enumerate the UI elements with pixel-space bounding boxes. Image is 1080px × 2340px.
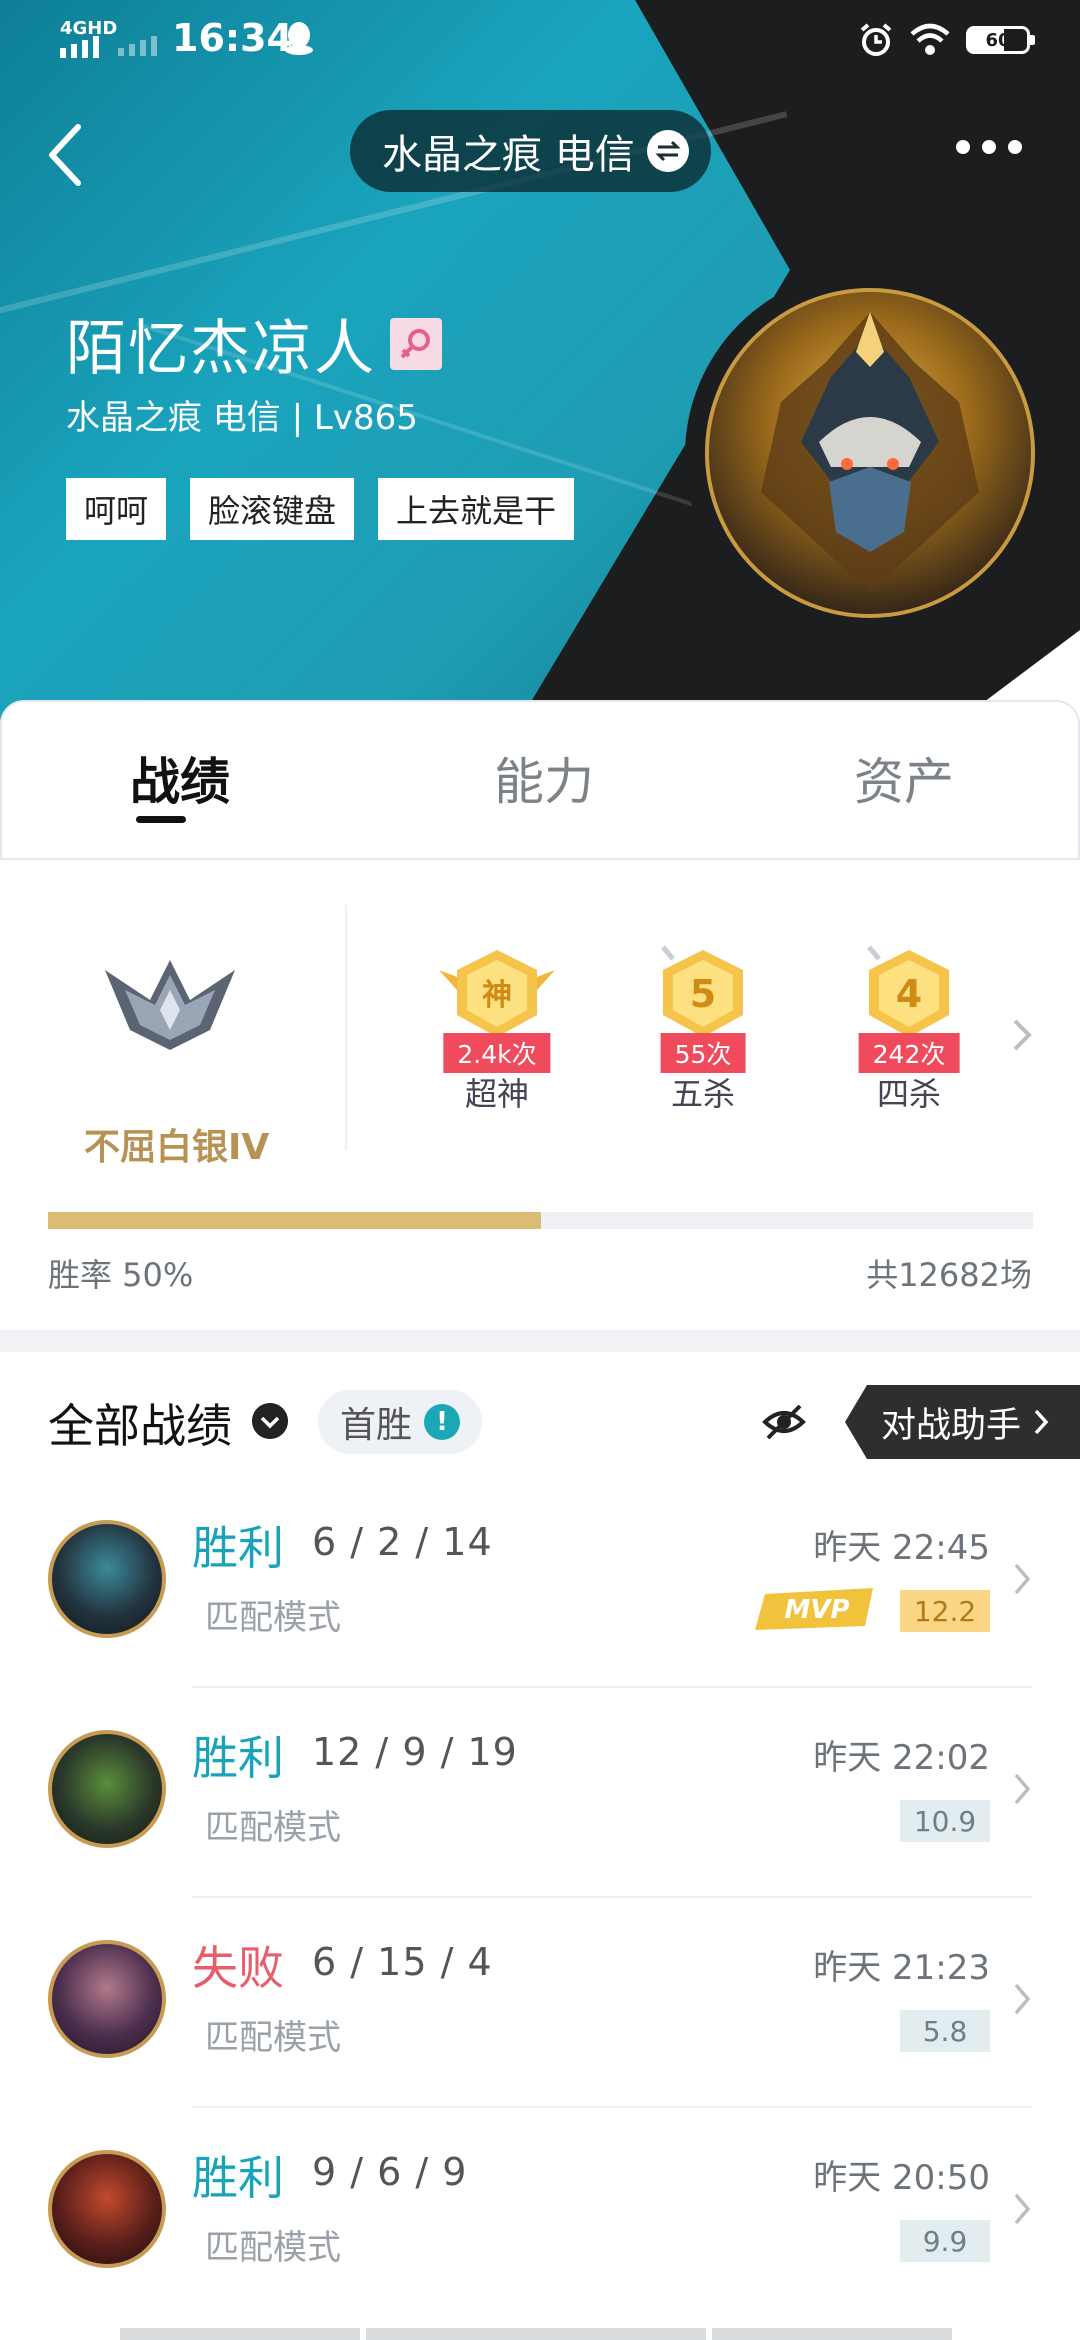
match-kda: 9 / 6 / 9: [312, 2150, 468, 2194]
player-name: 陌忆杰凉人: [66, 314, 376, 384]
match-row[interactable]: 胜利 6 / 2 / 14 匹配模式 昨天 22:45 MVP 12.2: [0, 1478, 1080, 1688]
match-time: 昨天 20:50: [813, 2158, 990, 2198]
battle-assistant-label: 对战助手: [881, 1405, 1022, 1446]
player-tag: 呵呵: [66, 478, 167, 540]
match-row[interactable]: 胜利 12 / 9 / 19 匹配模式 昨天 22:02 10.9: [0, 1688, 1080, 1898]
match-mode: 匹配模式: [205, 1808, 341, 1848]
match-time: 昨天 21:23: [813, 1948, 990, 1988]
battery-level: 60: [985, 29, 1011, 51]
match-result: 胜利: [192, 1521, 284, 1575]
chevron-right-icon: [1014, 1773, 1031, 1805]
match-time: 昨天 22:45: [813, 1528, 990, 1568]
more-options-button[interactable]: [948, 132, 1030, 162]
profile-header: 4GHD 16:34 60 水晶之痕 电信 陌忆杰凉人 水晶之痕 电信 | Lv…: [0, 0, 1080, 720]
rank-label: 不屈白银IV: [84, 1127, 270, 1168]
honor-pentakill[interactable]: 5 55次 五杀: [628, 945, 778, 1115]
win-rate-bar: [48, 1212, 1033, 1229]
status-right: 60: [858, 22, 1035, 58]
honor-legendary[interactable]: 神 2.4k次 超神: [422, 945, 572, 1115]
medal-text: 5: [690, 972, 716, 1016]
battle-assistant-button[interactable]: 对战助手: [845, 1385, 1080, 1459]
match-kda: 6 / 15 / 4: [312, 1940, 493, 1984]
match-kda: 6 / 2 / 14: [312, 1520, 493, 1564]
match-filter-title[interactable]: 全部战绩: [48, 1390, 232, 1456]
honor-name: 超神: [464, 1075, 529, 1113]
first-win-label: 首胜: [340, 1405, 413, 1446]
match-kda: 12 / 9 / 19: [312, 1730, 518, 1774]
honor-name: 四杀: [876, 1075, 941, 1113]
section-separator: [0, 1330, 1080, 1352]
server-name: 水晶之痕 电信: [382, 132, 635, 178]
match-mode: 匹配模式: [205, 2228, 341, 2268]
win-rate-label: 胜率 50%: [48, 1256, 194, 1294]
divider: [345, 905, 347, 1150]
match-result: 胜利: [192, 2151, 284, 2205]
win-rate-fill: [48, 1212, 541, 1229]
hero-avatar: [48, 1940, 166, 2058]
match-result: 失败: [192, 1941, 284, 1995]
server-switcher[interactable]: 水晶之痕 电信: [350, 110, 711, 192]
qq-icon: [285, 22, 313, 55]
hero-avatar: [48, 1520, 166, 1638]
player-tag: 脸滚键盘: [190, 478, 355, 540]
signal-icon-secondary: [118, 36, 157, 56]
match-row[interactable]: 失败 6 / 15 / 4 匹配模式 昨天 21:23 5.8: [0, 1898, 1080, 2108]
quadrakill-medal-icon: 4 242次: [849, 945, 969, 1073]
honor-name: 五杀: [670, 1075, 735, 1113]
status-bar: 4GHD 16:34 60: [0, 0, 1080, 80]
hide-eye-icon[interactable]: [762, 1402, 806, 1442]
alarm-icon: [860, 23, 892, 56]
medal-text: 4: [896, 972, 922, 1016]
match-mode: 匹配模式: [205, 2018, 341, 2058]
first-win-chip[interactable]: 首胜 !: [318, 1390, 483, 1454]
dropdown-check-icon[interactable]: [252, 1403, 288, 1439]
player-tags: 呵呵 脸滚键盘 上去就是干: [66, 478, 575, 540]
battery-icon: 60: [966, 26, 1035, 54]
tab-assets[interactable]: 资产: [854, 742, 954, 814]
match-score: 5.8: [900, 2010, 990, 2052]
hero-avatar: [48, 2150, 166, 2268]
tab-record[interactable]: 战绩: [130, 742, 230, 814]
chevron-right-icon: [1034, 1409, 1049, 1435]
match-score: 9.9: [900, 2220, 990, 2262]
signal-icon: [60, 36, 99, 58]
honor-quadrakill[interactable]: 4 242次 四杀: [834, 945, 984, 1115]
legendary-medal-icon: 神 2.4k次: [437, 945, 557, 1073]
honor-count: 242次: [858, 1033, 960, 1073]
match-mode: 匹配模式: [205, 1598, 341, 1638]
scroll-indicator: [120, 2328, 960, 2340]
honor-count: 2.4k次: [443, 1033, 551, 1073]
tab-ability[interactable]: 能力: [494, 742, 594, 814]
clock: 16:34: [172, 16, 293, 60]
match-row[interactable]: 胜利 9 / 6 / 9 匹配模式 昨天 20:50 9.9: [0, 2108, 1080, 2318]
profile-tabs: 战绩 能力 资产: [0, 700, 1080, 860]
total-matches: 共12682场: [866, 1256, 1032, 1294]
match-time: 昨天 22:02: [813, 1738, 990, 1778]
mvp-badge-icon: MVP: [755, 1588, 873, 1630]
avatar-hero-art: [761, 312, 979, 592]
match-result: 胜利: [192, 1731, 284, 1785]
match-score: 10.9: [900, 1800, 990, 1842]
match-score: 12.2: [900, 1590, 990, 1632]
player-tag: 上去就是干: [378, 478, 575, 540]
chevron-right-icon[interactable]: [1010, 1015, 1034, 1055]
honor-count: 55次: [660, 1033, 746, 1073]
chevron-right-icon: [1014, 1563, 1031, 1595]
swap-icon: [646, 130, 689, 172]
female-gender-icon: [390, 318, 442, 370]
wifi-icon: [910, 23, 950, 55]
hero-avatar: [48, 1730, 166, 1848]
mvp-label: MVP: [784, 1595, 849, 1625]
back-button[interactable]: [40, 115, 100, 195]
active-tab-indicator: [136, 816, 186, 823]
player-server-level: 水晶之痕 电信 | Lv865: [66, 398, 418, 438]
chevron-right-icon: [1014, 2193, 1031, 2225]
player-avatar[interactable]: [705, 288, 1035, 618]
pentakill-medal-icon: 5 55次: [643, 945, 763, 1073]
chevron-right-icon: [1014, 1983, 1031, 2015]
silver-rank-icon: [105, 960, 235, 1050]
medal-text: 神: [482, 978, 512, 1013]
info-icon: !: [424, 1404, 461, 1440]
